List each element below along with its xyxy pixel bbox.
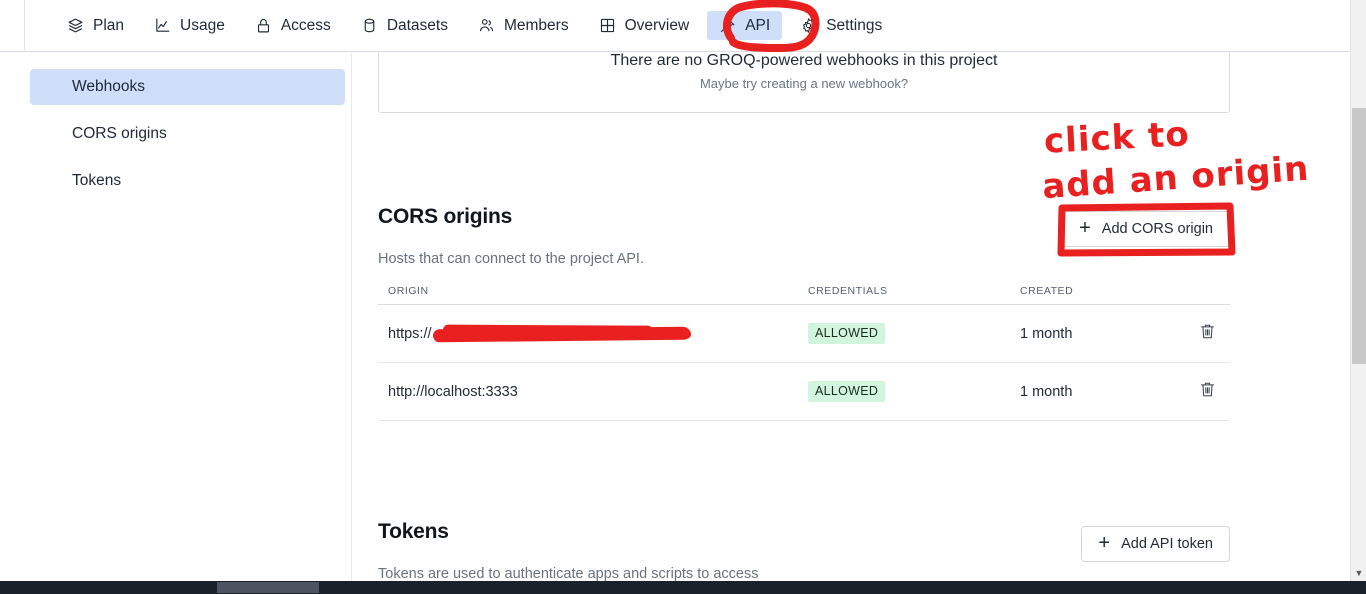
add-api-token-label: Add API token <box>1121 536 1213 552</box>
chart-line-icon <box>154 17 171 34</box>
cors-table-head: ORIGIN CREDENTIALS CREATED <box>378 285 1230 305</box>
cors-section-title: CORS origins <box>378 205 513 228</box>
lock-icon <box>255 17 272 34</box>
plus-icon: + <box>1098 532 1111 554</box>
cors-section-header: CORS origins Hosts that can connect to t… <box>378 205 1230 267</box>
nav-item-access[interactable]: Access <box>243 11 343 40</box>
add-cors-origin-label: Add CORS origin <box>1101 221 1213 237</box>
app-screen: Plan Usage Access Datasets Members Overv… <box>0 0 1366 594</box>
vertical-scrollbar-thumb[interactable] <box>1352 108 1366 364</box>
webhooks-empty-subtitle: Maybe try creating a new webhook? <box>699 76 909 91</box>
cors-origin-prefix: https:// <box>388 325 432 342</box>
horizontal-scrollbar-thumb[interactable] <box>217 582 319 593</box>
redaction-marker <box>432 326 691 343</box>
status-badge: ALLOWED <box>808 323 886 344</box>
nav-label-members: Members <box>503 16 569 34</box>
cors-row-origin: https:// <box>378 304 798 363</box>
nav-item-usage[interactable]: Usage <box>142 11 237 40</box>
trash-icon[interactable] <box>1199 380 1216 399</box>
status-badge: ALLOWED <box>808 381 886 402</box>
cors-row-credentials: ALLOWED <box>798 362 1010 421</box>
cors-table-header-row: ORIGIN CREDENTIALS CREATED <box>378 285 1230 305</box>
sidebar-label-cors-origins: CORS origins <box>72 125 167 142</box>
cors-row-origin: http://localhost:3333 <box>378 362 798 421</box>
nav-label-overview: Overview <box>624 16 690 34</box>
tokens-section: Tokens Tokens are used to authenticate a… <box>378 520 1230 581</box>
vertical-scrollbar[interactable]: ▼ <box>1350 0 1366 581</box>
database-icon <box>361 17 378 34</box>
cors-row-created: 1 month <box>1010 362 1180 421</box>
plug-icon <box>719 17 736 34</box>
cors-col-created: CREATED <box>1010 285 1180 305</box>
nav-label-datasets: Datasets <box>386 16 448 34</box>
nav-label-usage: Usage <box>180 16 225 34</box>
table-row: http://localhost:3333 ALLOWED 1 month <box>378 362 1230 421</box>
cors-row-actions <box>1180 304 1230 363</box>
cors-col-credentials: CREDENTIALS <box>798 285 1010 305</box>
cors-col-origin: ORIGIN <box>378 285 798 305</box>
cors-row-actions <box>1180 362 1230 421</box>
sidebar-item-tokens[interactable]: Tokens <box>30 163 345 199</box>
nav-label-access: Access <box>280 16 331 34</box>
nav-items: Plan Usage Access Datasets Members Overv… <box>55 11 894 40</box>
add-cors-origin-button[interactable]: + Add CORS origin <box>1062 211 1230 247</box>
nav-item-plan[interactable]: Plan <box>55 11 136 40</box>
tokens-section-description: Tokens are used to authenticate apps and… <box>378 566 759 581</box>
nav-item-api[interactable]: API <box>707 11 783 40</box>
cors-row-created: 1 month <box>1010 304 1180 363</box>
top-navigation-bar: Plan Usage Access Datasets Members Overv… <box>0 0 1350 52</box>
plus-icon: + <box>1079 217 1091 239</box>
nav-item-overview[interactable]: Overview <box>587 11 702 40</box>
tokens-section-title: Tokens <box>378 520 449 543</box>
layers-icon <box>67 17 84 34</box>
main-content: There are no GROQ-powered webhooks in th… <box>351 53 1350 581</box>
grid-icon <box>599 17 616 34</box>
cors-origins-table: ORIGIN CREDENTIALS CREATED https:// ALLO… <box>378 285 1230 421</box>
nav-left-divider <box>24 0 25 52</box>
chevron-down-icon[interactable]: ▼ <box>1351 564 1366 581</box>
webhooks-empty-state-card: There are no GROQ-powered webhooks in th… <box>378 53 1230 113</box>
cors-table-body: https:// ALLOWED 1 month http://localhos… <box>378 304 1230 421</box>
api-sidebar: Webhooks CORS origins Tokens <box>25 53 350 199</box>
sidebar-label-webhooks: Webhooks <box>72 78 145 95</box>
trash-icon[interactable] <box>1199 322 1216 341</box>
nav-item-settings[interactable]: Settings <box>788 11 894 40</box>
tokens-section-header: Tokens Tokens are used to authenticate a… <box>378 520 1230 581</box>
webhooks-empty-title: There are no GROQ-powered webhooks in th… <box>610 53 998 69</box>
nav-label-settings: Settings <box>826 16 883 34</box>
add-api-token-button[interactable]: + Add API token <box>1081 526 1230 562</box>
sidebar-item-webhooks[interactable]: Webhooks <box>30 69 345 105</box>
cors-row-credentials: ALLOWED <box>798 304 1010 363</box>
cors-origins-section: CORS origins Hosts that can connect to t… <box>378 205 1230 421</box>
cors-section-description: Hosts that can connect to the project AP… <box>378 251 644 267</box>
gear-icon <box>800 17 817 34</box>
sidebar-label-tokens: Tokens <box>72 172 122 189</box>
nav-label-plan: Plan <box>93 16 125 34</box>
cors-origin-value-redacted: https:// <box>388 325 691 343</box>
nav-item-datasets[interactable]: Datasets <box>349 11 460 40</box>
sidebar-item-cors-origins[interactable]: CORS origins <box>30 116 345 152</box>
cors-col-actions <box>1180 285 1230 305</box>
nav-item-members[interactable]: Members <box>466 11 581 40</box>
users-icon <box>478 17 495 34</box>
nav-label-api: API <box>745 16 771 34</box>
table-row: https:// ALLOWED 1 month <box>378 304 1230 363</box>
horizontal-scrollbar[interactable] <box>0 581 1366 594</box>
